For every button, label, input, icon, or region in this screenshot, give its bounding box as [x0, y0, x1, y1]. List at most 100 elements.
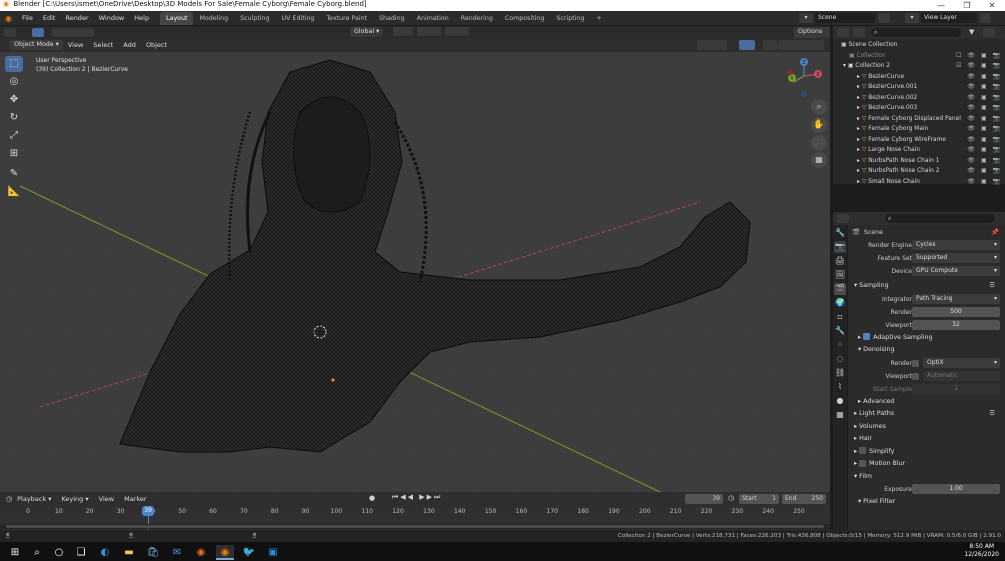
maximize-button[interactable]: ❐ — [955, 0, 979, 11]
new-collection-icon[interactable] — [983, 28, 995, 37]
start-sample-field[interactable]: 1 — [912, 383, 1000, 394]
outliner-search-input[interactable]: ⌕ — [871, 28, 961, 37]
denoise-viewport-dropdown[interactable]: Automatic — [923, 370, 1000, 381]
volumes-header[interactable]: ▸ Volumes — [848, 421, 1005, 434]
simplify-header[interactable]: ▸ Simplify — [848, 446, 1005, 459]
rotate-tool-icon[interactable]: ↻ — [5, 110, 23, 126]
current-frame-field[interactable]: 39 — [685, 494, 723, 504]
mail-icon[interactable]: ✉ — [168, 545, 186, 560]
menu-help[interactable]: Help — [129, 11, 154, 26]
device-dropdown[interactable]: GPU Compute ▾ — [912, 266, 1000, 276]
outliner-row-object[interactable]: ▸ ▽ BezierCurve.001 👁 ▣ 📷 — [833, 82, 1005, 93]
edge-browser-icon[interactable]: ◐ — [96, 545, 114, 560]
particles-tab-icon[interactable]: ⁘ — [834, 339, 846, 351]
new-view-layer-icon[interactable] — [980, 13, 990, 23]
simplify-checkbox[interactable] — [859, 447, 867, 454]
record-button[interactable]: ● — [369, 494, 375, 502]
transform-orientation-dropdown[interactable]: Global ▾ — [350, 27, 384, 37]
menu-edit[interactable]: Edit — [38, 11, 61, 26]
list-icon[interactable]: ☰ — [989, 408, 995, 421]
overlays-toggle[interactable] — [739, 40, 755, 50]
viewport-menu-select[interactable]: Select — [88, 38, 118, 53]
list-icon[interactable]: ☰ — [989, 280, 995, 293]
visibility-toggles[interactable]: 👁 ▣ 📷 — [967, 114, 1002, 125]
render-engine-dropdown[interactable]: Cycles ▾ — [912, 240, 1000, 250]
3d-viewport[interactable]: Z X Y User Perspective (39) Collection 2… — [0, 52, 830, 492]
outliner-row-object[interactable]: ▸ ▽ Female Cyborg Displaced Panel 👁 ▣ 📷 — [833, 114, 1005, 125]
visibility-toggles[interactable]: 👁 ▣ 📷 — [967, 124, 1002, 135]
visibility-dropdown[interactable] — [697, 40, 727, 50]
tab-layout[interactable]: Layout — [160, 12, 194, 25]
light-paths-header[interactable]: ▸ Light Paths ☰ — [848, 408, 1005, 421]
integrator-dropdown[interactable]: Path Tracing ▾ — [912, 293, 1000, 304]
outliner-row-collection-2[interactable]: ▾ ▣ Collection 2 ☑ 👁 ▣ 📷 — [833, 61, 1005, 72]
tool-tab-icon[interactable]: 🔧 — [834, 227, 846, 239]
ortho-grid-icon[interactable]: ▦ — [811, 152, 827, 168]
denoise-viewport-checkbox[interactable] — [912, 372, 919, 380]
render-tab-icon[interactable]: 📷 — [834, 241, 846, 253]
transform-tool-icon[interactable]: ⊞ — [5, 146, 23, 162]
pin-icon[interactable]: 📌 — [991, 228, 999, 236]
pixel-filter-header[interactable]: ▾ Pixel Filter — [848, 496, 1005, 509]
outliner-row-scene-collection[interactable]: ▣ Scene Collection — [833, 40, 1005, 51]
timeline-scrollbar[interactable] — [0, 524, 830, 529]
twitter-icon[interactable]: 🐦 — [240, 545, 258, 560]
pivot-point-dropdown[interactable] — [393, 27, 413, 36]
visibility-toggles[interactable]: 👁 ▣ 📷 — [967, 72, 1002, 83]
modifier-tab-icon[interactable]: 🔧 — [834, 325, 846, 337]
object-tab-icon[interactable]: ▫ — [834, 311, 846, 323]
filter-icon[interactable]: ▼ — [969, 28, 981, 37]
blender-menu-icon[interactable]: ◉ — [0, 14, 17, 23]
timeline-menu-keying[interactable]: Keying ▾ — [56, 492, 93, 507]
task-view-icon[interactable]: ❏ — [72, 545, 90, 560]
visibility-toggles[interactable]: 👁 ▣ 📷 — [967, 145, 1002, 156]
add-workspace-button[interactable]: + — [590, 12, 607, 25]
viewport-menu-view[interactable]: View — [63, 38, 88, 53]
tab-scripting[interactable]: Scripting — [550, 12, 590, 25]
feature-set-dropdown[interactable]: Supported ▾ — [912, 253, 1000, 263]
timeline-menu-view[interactable]: View — [94, 492, 119, 507]
tab-texture-paint[interactable]: Texture Paint — [320, 12, 373, 25]
physics-tab-icon[interactable]: ◌ — [834, 353, 846, 365]
pan-hand-icon[interactable]: ✋ — [811, 117, 827, 133]
windows-start-icon[interactable]: ⊞ — [6, 545, 24, 560]
texture-tab-icon[interactable]: ▦ — [834, 409, 846, 421]
tab-sculpting[interactable]: Sculpting — [234, 12, 275, 25]
visibility-toggles[interactable]: 👁 ▣ 📷 — [967, 177, 1002, 188]
menu-render[interactable]: Render — [60, 11, 93, 26]
viewport-menu-object[interactable]: Object — [141, 38, 172, 53]
outliner-row-object[interactable]: ▸ ▽ Female Cyborg Main 👁 ▣ 📷 — [833, 124, 1005, 135]
outliner-row-object[interactable]: ▸ ▽ Female Cyborg WireFrame 👁 ▣ 📷 — [833, 135, 1005, 146]
outliner-row-object[interactable]: ▸ ▽ Large Nose Chain 👁 ▣ 📷 — [833, 145, 1005, 156]
viewport-menu-add[interactable]: Add — [118, 38, 141, 53]
denoise-render-dropdown[interactable]: OptiX ▾ — [923, 357, 1000, 368]
visibility-toggles[interactable]: 👁 ▣ 📷 — [967, 166, 1002, 177]
view-layer-tab-icon[interactable]: 🖼 — [834, 269, 846, 281]
tab-modeling[interactable]: Modeling — [193, 12, 234, 25]
blender-taskbar-icon[interactable]: ◉ — [216, 545, 234, 560]
shading-mode-buttons[interactable] — [778, 40, 824, 50]
motion-blur-header[interactable]: ▸ Motion Blur — [848, 458, 1005, 471]
timeline-menu-playback[interactable]: Playback ▾ — [12, 492, 56, 507]
denoise-render-checkbox[interactable] — [912, 359, 919, 367]
hair-header[interactable]: ▸ Hair — [848, 433, 1005, 446]
visibility-toggles[interactable]: 👁 ▣ 📷 — [967, 135, 1002, 146]
start-frame-field[interactable]: Start 1 — [739, 494, 779, 504]
visibility-toggles[interactable]: 👁 ▣ 📷 — [967, 93, 1002, 104]
outliner-row-collection[interactable]: ▣ Collection ☐ 👁 ▣ 📷 — [833, 51, 1005, 62]
visibility-toggles[interactable]: 👁 ▣ 📷 — [967, 156, 1002, 167]
expand-arrow-icon[interactable]: ▾ — [843, 63, 846, 69]
advanced-header[interactable]: ▸ Advanced — [848, 396, 1005, 409]
measure-tool-icon[interactable]: 📐 — [5, 184, 23, 200]
view-layer-selector[interactable]: View Layer — [921, 13, 977, 23]
outliner-display-mode-icon[interactable] — [853, 28, 865, 37]
app-icon[interactable]: ▣ — [264, 545, 282, 560]
world-tab-icon[interactable]: 🌍 — [834, 297, 846, 309]
properties-editor-icon[interactable] — [837, 214, 849, 223]
motion-blur-checkbox[interactable] — [859, 459, 867, 467]
store-icon[interactable]: 🛍 — [144, 545, 162, 560]
select-tool-icon[interactable] — [32, 27, 44, 37]
firefox-icon[interactable]: ◉ — [192, 545, 210, 560]
outliner-row-object[interactable]: ▸ ▽ NurbsPath Nose Chain 2 👁 ▣ 📷 — [833, 166, 1005, 177]
snapping-toggle[interactable] — [417, 27, 441, 36]
